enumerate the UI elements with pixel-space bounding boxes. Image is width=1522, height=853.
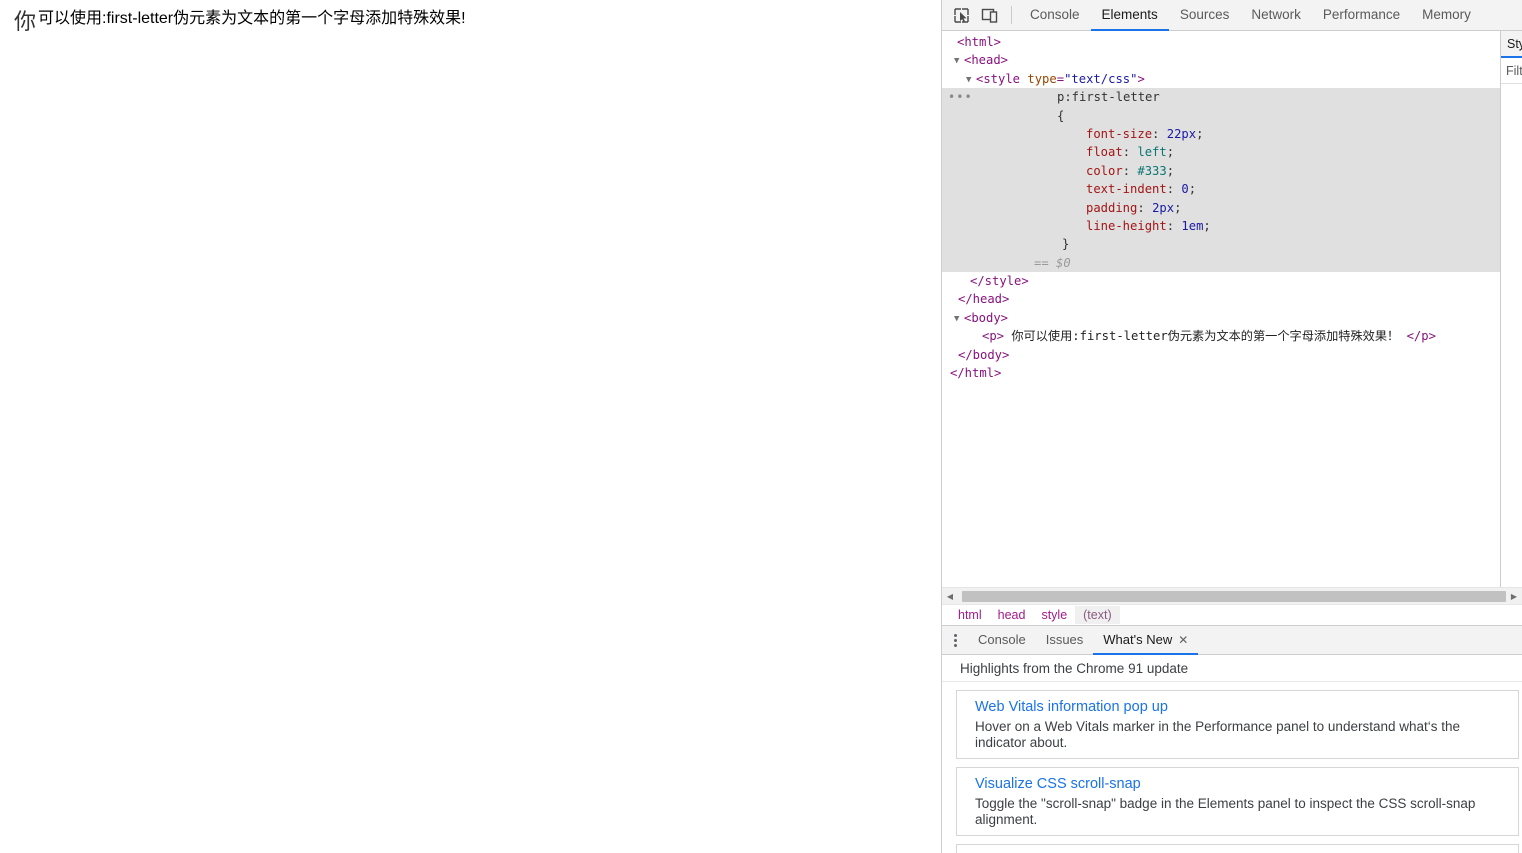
dom-line-html-open[interactable]: <html> [942,33,1500,51]
breadcrumb-head[interactable]: head [990,606,1034,624]
elements-panel-body: <html> ▼ <head> ▼ <style type="text/css"> … [942,31,1522,587]
dom-line-html-close[interactable]: </html> [942,364,1500,382]
drawer-tabstrip: Console Issues What's New ✕ [942,626,1522,655]
css-decl-float: float: left; [1086,145,1175,160]
close-icon[interactable]: ✕ [1178,634,1188,646]
ellipsis-icon[interactable]: ••• [948,88,973,106]
drawer-tab-whats-new-label: What's New [1103,632,1173,647]
drawer-tab-console[interactable]: Console [968,626,1036,655]
dom-tree-wrapper: <html> ▼ <head> ▼ <style type="text/css"> … [942,31,1500,587]
screen: 你可以使用:first-letter伪元素为文本的第一个字母添加特殊效果! Co… [0,0,1522,853]
hscroll-thumb[interactable] [962,590,1507,602]
twisty-style-icon[interactable]: ▼ [966,71,976,89]
whats-new-card-title[interactable]: Visualize CSS scroll-snap [975,775,1518,794]
whats-new-card[interactable]: Visualize CSS scroll-snap Toggle the "sc… [956,767,1519,836]
css-decl-color: color: #333; [1086,163,1175,178]
twisty-head-icon[interactable]: ▼ [954,52,964,70]
styles-filter-input[interactable]: Filter [1501,58,1522,84]
dom-tree[interactable]: <html> ▼ <head> ▼ <style type="text/css"> … [942,31,1500,587]
breadcrumb: html head style (text) [942,604,1522,626]
selected-node-marker: == $0 [1034,255,1071,270]
whats-new-card-title[interactable]: Web Vitals information pop up [975,698,1518,717]
devtools-drawer: Console Issues What's New ✕ Highlights f… [942,626,1522,853]
twisty-body-icon[interactable]: ▼ [954,310,964,328]
dom-line-paragraph[interactable]: <p> 你可以使用:first-letter伪元素为文本的第一个字母添加特殊效果… [942,327,1500,345]
dom-line-head-close[interactable]: </head> [942,290,1500,308]
tab-sources[interactable]: Sources [1169,0,1241,31]
dom-tree-hscrollbar[interactable]: ◀ ▶ [942,587,1522,604]
tab-console[interactable]: Console [1019,0,1091,31]
devtools-panel: Console Elements Sources Network Perform… [941,0,1522,853]
dom-line-body-open[interactable]: ▼ <body> [942,309,1500,327]
breadcrumb-text[interactable]: (text) [1075,606,1120,624]
tab-network[interactable]: Network [1240,0,1312,31]
drawer-tab-issues[interactable]: Issues [1036,626,1094,655]
inspect-element-icon[interactable] [947,0,975,30]
scroll-left-arrow-icon[interactable]: ◀ [942,589,958,604]
tab-performance[interactable]: Performance [1312,0,1411,31]
drawer-tab-whats-new[interactable]: What's New ✕ [1093,626,1199,655]
page-viewport: 你可以使用:first-letter伪元素为文本的第一个字母添加特殊效果! [0,0,941,853]
styles-sidebar: Styles Filter [1500,31,1522,587]
css-selector-line: p:first-letter [1057,90,1160,105]
style-text-node[interactable]: ••• p:first-letter { font-size: 22px; fl… [942,88,1500,273]
whats-new-list: Web Vitals information pop up Hover on a… [942,682,1522,853]
styles-rules-area [1501,84,1522,587]
page-paragraph: 你可以使用:first-letter伪元素为文本的第一个字母添加特殊效果! [0,0,941,33]
tab-styles[interactable]: Styles [1501,31,1522,58]
whats-new-card[interactable] [956,844,1519,853]
dom-line-body-close[interactable]: </body> [942,346,1500,364]
toolbar-separator [1011,6,1012,24]
devtools-tabstrip: Console Elements Sources Network Perform… [942,0,1522,31]
scroll-right-arrow-icon[interactable]: ▶ [1506,589,1522,604]
tab-elements[interactable]: Elements [1090,0,1169,31]
drawer-tab-console-label: Console [978,632,1026,647]
css-brace-open-line: { [1057,108,1065,123]
dom-line-style-close[interactable]: </style> [942,272,1500,290]
css-decl-line-height: line-height: 1em; [1086,218,1211,233]
css-decl-font-size: font-size: 22px; [1086,126,1204,141]
whats-new-subtitle: Highlights from the Chrome 91 update [942,655,1522,682]
device-toolbar-icon[interactable] [975,0,1003,30]
breadcrumb-html[interactable]: html [950,606,990,624]
css-decl-padding: padding: 2px; [1086,200,1182,215]
drawer-tab-issues-label: Issues [1045,632,1084,647]
breadcrumb-style[interactable]: style [1033,606,1075,624]
css-decl-text-indent: text-indent: 0; [1086,182,1197,197]
whats-new-card-description: Toggle the "scroll-snap" badge in the El… [975,796,1476,827]
css-brace-close-line: } [1062,237,1070,252]
paragraph-first-letter: 你 [14,9,37,34]
dom-line-style-open[interactable]: ▼ <style type="text/css"> [942,70,1500,88]
more-vertical-icon[interactable] [942,626,968,654]
whats-new-card-description: Hover on a Web Vitals marker in the Perf… [975,719,1461,750]
hscroll-track[interactable] [958,589,1507,604]
whats-new-card[interactable]: Web Vitals information pop up Hover on a… [956,690,1519,759]
paragraph-rest: 可以使用:first-letter伪元素为文本的第一个字母添加特殊效果! [38,10,466,27]
dom-line-head-open[interactable]: ▼ <head> [942,51,1500,69]
tab-memory[interactable]: Memory [1411,0,1482,31]
